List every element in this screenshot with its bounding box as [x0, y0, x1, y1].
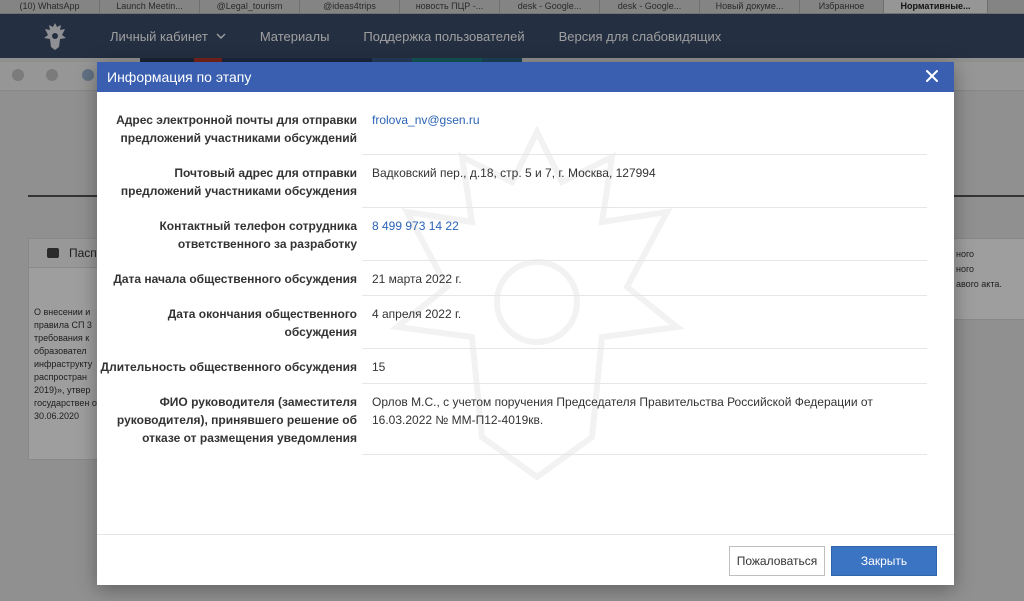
info-row: ФИО руководителя (заместителя руководите… — [97, 384, 927, 455]
info-row-value: 4 апреля 2022 г. — [372, 307, 462, 321]
info-row-link[interactable]: 8 499 973 14 22 — [362, 217, 927, 253]
info-row-label: Дата начала общественного обсуждения — [113, 272, 357, 286]
info-row-label: ФИО руководителя (заместителя руководите… — [116, 395, 357, 445]
info-row-value: Орлов М.С., с учетом поручения Председат… — [372, 395, 873, 427]
info-row: Адрес электронной почты для отправки пре… — [97, 102, 927, 155]
info-row-value: Вадковский пер., д.18, стр. 5 и 7, г. Мо… — [372, 166, 656, 180]
close-icon[interactable] — [924, 68, 940, 84]
info-row-label: Контактный телефон сотрудника ответствен… — [159, 219, 357, 251]
stage-info-modal: Информация по этапу Адрес электронной по… — [97, 62, 954, 585]
modal-title: Информация по этапу — [107, 69, 252, 85]
close-button[interactable]: Закрыть — [831, 546, 937, 576]
info-row-value: 15 — [372, 360, 386, 374]
info-row-label: Почтовый адрес для отправки предложений … — [120, 166, 357, 198]
info-row-value: 21 марта 2022 г. — [372, 272, 462, 286]
info-row-label: Длительность общественного обсуждения — [100, 360, 357, 374]
info-row: Контактный телефон сотрудника ответствен… — [97, 208, 927, 261]
info-row: Почтовый адрес для отправки предложений … — [97, 155, 927, 208]
info-row: Длительность общественного обсуждения 15 — [97, 349, 927, 384]
info-row: Дата начала общественного обсуждения 21 м… — [97, 261, 927, 296]
modal-footer: Пожаловаться Закрыть — [97, 534, 954, 586]
info-rows: Адрес электронной почты для отправки пре… — [97, 102, 927, 455]
complain-button[interactable]: Пожаловаться — [729, 546, 825, 576]
info-row-link[interactable]: frolova_nv@gsen.ru — [362, 111, 927, 147]
info-row-label: Адрес электронной почты для отправки пре… — [116, 113, 357, 145]
modal-header: Информация по этапу — [97, 62, 954, 92]
modal-body: Адрес электронной почты для отправки пре… — [97, 92, 954, 534]
info-row-label: Дата окончания общественного обсуждения — [167, 307, 357, 339]
info-row: Дата окончания общественного обсуждения 4… — [97, 296, 927, 349]
